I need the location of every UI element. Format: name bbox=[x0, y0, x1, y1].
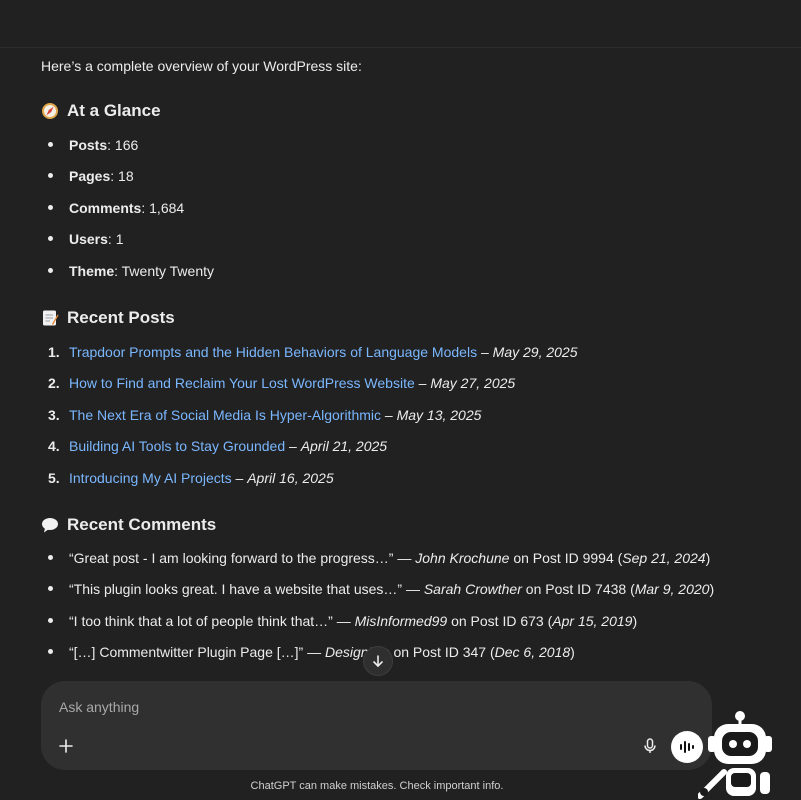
prompt-placeholder[interactable]: Ask anything bbox=[59, 699, 139, 715]
recent-posts-list: 1. Trapdoor Prompts and the Hidden Behavi… bbox=[41, 342, 578, 499]
glance-list: Posts: 166 Pages: 18 Comments: 1,684 Use… bbox=[41, 135, 214, 292]
robot-mascot-icon bbox=[698, 711, 772, 799]
post-link[interactable]: How to Find and Reclaim Your Lost WordPr… bbox=[69, 375, 415, 391]
post-link[interactable]: Trapdoor Prompts and the Hidden Behavior… bbox=[69, 344, 477, 360]
waveform-icon bbox=[680, 741, 694, 753]
list-item: “Great post - I am looking forward to th… bbox=[41, 548, 714, 579]
list-item: Users: 1 bbox=[41, 229, 214, 260]
list-item: 4. Building AI Tools to Stay Grounded – A… bbox=[48, 438, 388, 455]
intro-text: Here’s a complete overview of your WordP… bbox=[41, 58, 362, 74]
section-at-a-glance: At a Glance bbox=[41, 101, 161, 121]
assistant-message: Here’s a complete overview of your WordP… bbox=[41, 56, 741, 660]
list-item: “This plugin looks great. I have a websi… bbox=[41, 579, 714, 610]
list-item: Pages: 18 bbox=[41, 166, 214, 197]
list-item: 5. Introducing My AI Projects – April 16,… bbox=[48, 469, 334, 486]
compass-icon bbox=[42, 103, 58, 119]
list-item: Theme: Twenty Twenty bbox=[41, 261, 214, 292]
list-item: Posts: 166 bbox=[41, 135, 214, 166]
section-recent-posts: Recent Posts bbox=[41, 308, 175, 328]
disclaimer-text: ChatGPT can make mistakes. Check importa… bbox=[250, 780, 504, 792]
message-composer[interactable]: Ask anything bbox=[41, 681, 712, 770]
list-item: 1. Trapdoor Prompts and the Hidden Behavi… bbox=[48, 344, 578, 360]
speech-bubble-icon bbox=[42, 518, 58, 533]
microphone-icon[interactable] bbox=[641, 737, 659, 755]
section-title: At a Glance bbox=[67, 101, 161, 120]
section-title: Recent Posts bbox=[67, 308, 175, 327]
section-recent-comments: Recent Comments bbox=[41, 515, 216, 535]
top-bar bbox=[0, 0, 801, 48]
post-link[interactable]: Building AI Tools to Stay Grounded bbox=[69, 438, 285, 454]
post-link[interactable]: The Next Era of Social Media Is Hyper-Al… bbox=[69, 407, 381, 423]
list-item: 3. The Next Era of Social Media Is Hyper-… bbox=[48, 406, 482, 423]
post-link[interactable]: Introducing My AI Projects bbox=[69, 470, 232, 486]
list-item: “I too think that a lot of people think … bbox=[41, 611, 714, 642]
plus-icon[interactable] bbox=[57, 737, 75, 755]
list-item: 2. How to Find and Reclaim Your Lost Word… bbox=[48, 375, 516, 392]
section-title: Recent Comments bbox=[67, 515, 217, 534]
arrow-down-icon bbox=[373, 655, 383, 667]
list-item: Comments: 1,684 bbox=[41, 198, 214, 229]
scroll-down-button[interactable] bbox=[363, 646, 393, 676]
memo-icon bbox=[43, 310, 59, 326]
